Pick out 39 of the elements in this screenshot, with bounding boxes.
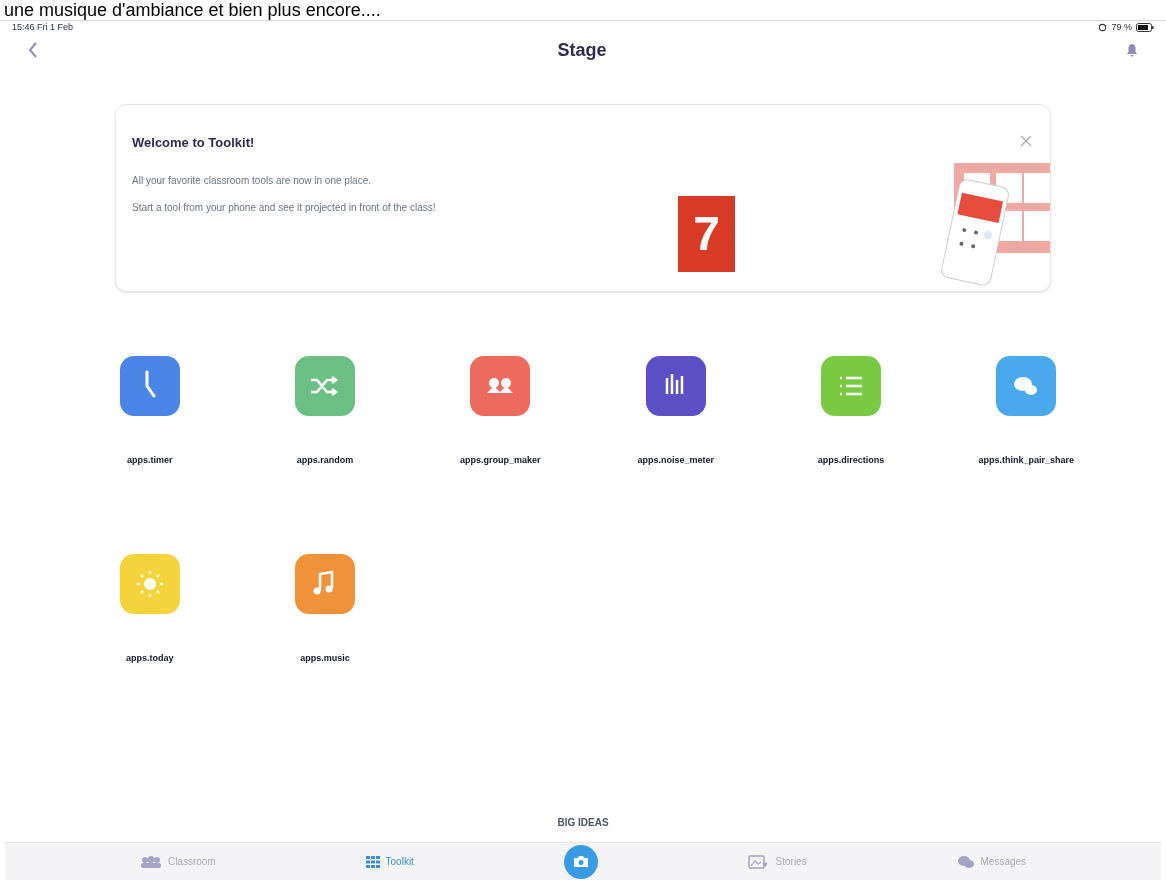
- card-text: Start a tool from your phone and see it projected in front of the class!: [132, 200, 437, 215]
- tab[interactable]: Classroom: [139, 854, 216, 869]
- caption-text: une musique d'ambiance et bien plus encore....: [3, 0, 382, 20]
- people-icon[interactable]: [470, 356, 531, 416]
- bars-icon[interactable]: [645, 356, 706, 416]
- music-note-icon[interactable]: [295, 553, 355, 614]
- app-label: apps.group_maker: [460, 454, 541, 467]
- app-label: apps.noise_meter: [637, 454, 714, 467]
- bell-icon: [1126, 43, 1138, 57]
- grid-icon: [365, 855, 380, 868]
- tab[interactable]: Toolkit: [365, 854, 414, 869]
- picture-heart-icon: [747, 854, 770, 869]
- tab[interactable]: Messages: [956, 854, 1027, 869]
- battery-percent: 79 %: [1111, 20, 1132, 34]
- big-ideas-link[interactable]: BIG IDEAS: [557, 815, 609, 830]
- page-title: Stage: [557, 38, 607, 62]
- battery-icon: [1136, 23, 1154, 32]
- shuffle-icon[interactable]: [295, 356, 355, 416]
- status-time: 15:46 Fri 1 Feb: [12, 20, 74, 34]
- card-title: Welcome to Toolkit!: [132, 134, 255, 152]
- clock-icon[interactable]: [119, 356, 180, 416]
- number-badge: 7: [678, 196, 735, 272]
- chat-bubbles-icon: [956, 854, 975, 869]
- app-label: apps.today: [125, 651, 174, 665]
- list-icon[interactable]: [821, 356, 881, 416]
- camera-button[interactable]: [563, 844, 598, 879]
- camera-icon: [572, 855, 589, 868]
- app-label: apps.think_pair_share: [978, 454, 1075, 467]
- people-icon: [139, 855, 162, 868]
- app-label: apps.timer: [126, 454, 173, 467]
- chevron-left-icon: [28, 42, 38, 58]
- app-label: apps.music: [300, 651, 350, 665]
- close-button[interactable]: [1020, 135, 1032, 147]
- speech-bubbles-icon[interactable]: [996, 356, 1057, 416]
- app-label: apps.directions: [817, 454, 885, 467]
- card-text: All your favorite classroom tools are now in one place.: [132, 173, 372, 188]
- app-label: apps.random: [296, 454, 354, 467]
- tab[interactable]: Stories: [747, 854, 807, 869]
- orientation-lock-icon: [1098, 23, 1108, 32]
